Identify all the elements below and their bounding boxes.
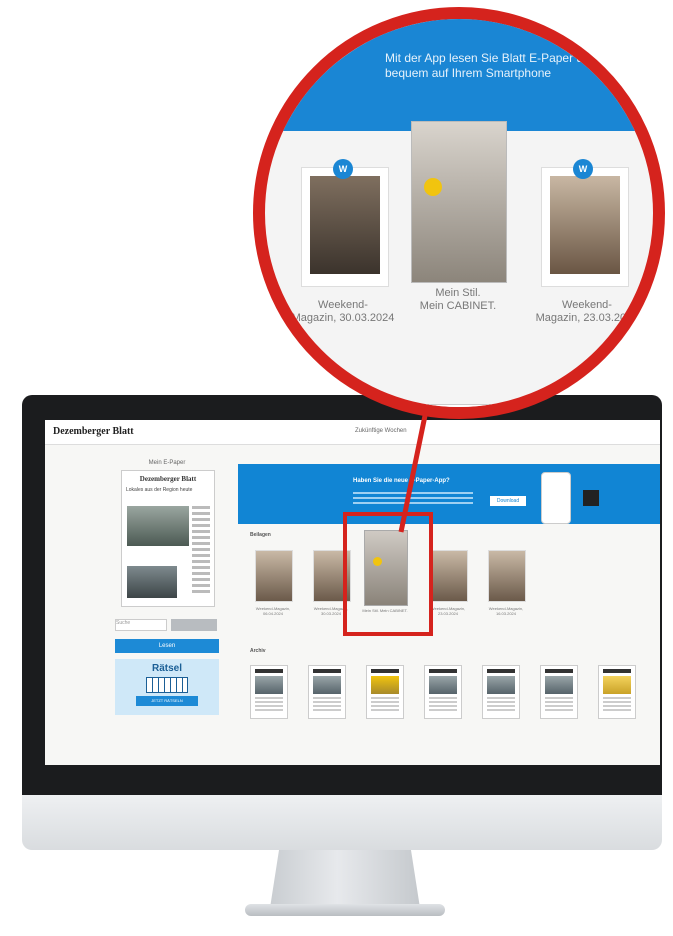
archive-paper[interactable] xyxy=(366,665,404,719)
monitor-screen: Dezemberger Blatt Zukünftige Wochen Mein… xyxy=(45,420,660,765)
zoom-caption-right: Weekend- Magazin, 23.03.2024 xyxy=(535,299,639,324)
magazine-caption: Weekend-Magazin, 06.04.2024 xyxy=(255,606,291,616)
monitor-stand xyxy=(270,850,420,908)
monitor-chin xyxy=(22,795,662,850)
zoom-magazine-left[interactable] xyxy=(301,167,389,287)
section-archiv: Archiv xyxy=(250,648,266,654)
magnifier-circle: Mit der App lesen Sie Blatt E-Paper über… xyxy=(253,7,665,419)
magazine-cover[interactable] xyxy=(488,550,526,602)
weekend-badge-icon: W xyxy=(573,159,593,179)
raetsel-title: Rätsel xyxy=(151,663,182,674)
zoom-banner-text: Mit der App lesen Sie Blatt E-Paper über… xyxy=(385,51,642,80)
magazine-cover[interactable] xyxy=(255,550,293,602)
left-column: Mein E-Paper Dezemberger Blatt Lokales a… xyxy=(115,460,219,715)
app-banner: Haben Sie die neue E-Paper-App? Download xyxy=(238,464,660,524)
current-issue-cover[interactable]: Dezemberger Blatt Lokales aus der Region… xyxy=(121,470,215,607)
left-input-row: Suche xyxy=(115,619,219,631)
section-beilagen: Beilagen xyxy=(250,532,271,538)
search-button[interactable] xyxy=(171,619,217,631)
archive-paper[interactable] xyxy=(540,665,578,719)
weekend-badge-icon: W xyxy=(333,159,353,179)
monitor-stand-base xyxy=(245,904,445,916)
read-button[interactable]: Lesen xyxy=(115,639,219,653)
archive-paper[interactable] xyxy=(482,665,520,719)
zoom-cover-photo-left xyxy=(310,176,380,274)
zoom-cover-photo-right xyxy=(550,176,620,274)
yellow-dot xyxy=(424,178,442,196)
smartphone-icon xyxy=(541,472,571,524)
cover-paper-name: Dezemberger Blatt xyxy=(139,475,197,483)
search-input[interactable]: Suche xyxy=(115,619,167,631)
raetsel-teaser[interactable]: Rätsel JETZT RÄTSELN xyxy=(115,659,219,715)
qr-code-icon xyxy=(583,490,599,506)
zoom-featured-magazine[interactable] xyxy=(411,121,507,283)
banner-download-button[interactable]: Download xyxy=(490,496,526,506)
magazine-cover[interactable] xyxy=(430,550,468,602)
crossword-icon xyxy=(146,677,188,693)
site-header: Dezemberger Blatt Zukünftige Wochen xyxy=(45,420,660,445)
site-logo[interactable]: Dezemberger Blatt xyxy=(53,426,134,437)
cover-sidebar xyxy=(192,506,210,596)
magnifier-connector xyxy=(398,406,430,533)
zoom-caption-left: Weekend- Magazin, 30.03.2024 xyxy=(291,299,395,324)
magazine-caption: Weekend-Magazin, 16.03.2024 xyxy=(488,606,524,616)
archive-paper[interactable] xyxy=(424,665,462,719)
archive-paper[interactable] xyxy=(250,665,288,719)
archive-paper[interactable] xyxy=(308,665,346,719)
cover-photo xyxy=(127,506,189,546)
archive-paper[interactable] xyxy=(598,665,636,719)
raetsel-button[interactable]: JETZT RÄTSELN xyxy=(136,696,198,706)
zoom-caption-center: Mein Stil. Mein CABINET. xyxy=(419,287,497,312)
cover-headline: Lokales aus der Region heute xyxy=(126,487,193,493)
mein-epaper-label: Mein E-Paper xyxy=(148,460,186,466)
zoom-magazine-right[interactable] xyxy=(541,167,629,287)
cover-photo-secondary xyxy=(127,566,177,598)
zoom-app-banner: Mit der App lesen Sie Blatt E-Paper über… xyxy=(265,19,653,131)
